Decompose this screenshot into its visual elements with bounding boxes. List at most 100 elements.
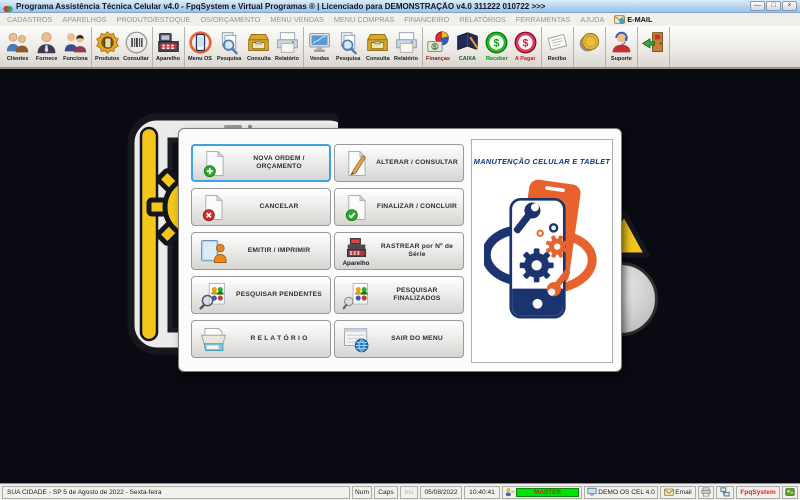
toolbar-button-label: Consulta [365, 56, 390, 62]
cashbook-icon [455, 29, 480, 55]
dialog-button-pesquisar-pendentes[interactable]: PESQUISAR PENDENTES [191, 276, 331, 314]
toolbar-button-produtos[interactable]: Produtos [93, 27, 122, 67]
dialog-button-label: CANCELAR [259, 203, 299, 210]
menu-item-label: APARELHOS [62, 15, 107, 24]
toolbar-button-exit-door-icon[interactable] [639, 27, 668, 67]
employees-icon [63, 29, 88, 55]
exit-menu-icon [342, 325, 371, 354]
menu-item-cadastros[interactable]: CADASTROS [2, 15, 57, 24]
menu-item-produto-estoque[interactable]: PRODUTO/ESTOQUE [112, 15, 196, 24]
status-email[interactable]: Email [660, 485, 696, 499]
toolbar-button-pesquisa[interactable]: Pesquisa [215, 27, 244, 67]
statusbar: SUA CIDADE - SP 5 de Agosto de 2022 - Se… [0, 483, 800, 500]
status-email-label: Email [675, 488, 692, 496]
toolbar-button-fornece[interactable]: Fornece [32, 27, 61, 67]
menu-item-e-mail[interactable]: E-MAIL [609, 15, 657, 24]
toolbar-button-funciona[interactable]: Funciona [61, 27, 90, 67]
workspace-background: NOVA ORDEM / ORÇAMENTO ALTERAR / CONSULTA… [0, 69, 800, 483]
dialog-button-alterar-consultar[interactable]: ALTERAR / CONSULTAR [334, 144, 464, 182]
dialog-button-icon-wrap [195, 237, 231, 266]
printer-icon [275, 29, 300, 55]
status-num: Num [352, 485, 372, 499]
dialog-button-emitir-imprimir[interactable]: EMITIR / IMPRIMIR [191, 232, 331, 270]
dialog-button-pesquisar-finalizados[interactable]: PESQUISAR FINALIZADOS [334, 276, 464, 314]
pay-icon: $ [513, 29, 538, 55]
menu-item-relatorios[interactable]: RELATÓRIOS [454, 15, 511, 24]
toolbar-button-label: CAIXA [458, 56, 477, 62]
finance-icon: $ [426, 29, 451, 55]
toolbar-button-consulta[interactable]: Consulta [244, 27, 273, 67]
status-date: 05/08/2022 [420, 485, 462, 499]
dialog-button-icon-wrap [338, 149, 374, 178]
menu-item-aparelhos[interactable]: APARELHOS [57, 15, 111, 24]
toolbar-button-label: Receber [485, 56, 508, 62]
toolbar-group-7: Recibo [542, 27, 574, 67]
close-button[interactable]: × [782, 1, 797, 11]
products-icon [95, 29, 120, 55]
toolbar-button-label: Produtos [95, 56, 120, 62]
toolbar-button-coin-icon[interactable] [575, 27, 604, 67]
phone-repair-logo [484, 179, 597, 319]
toolbar-button-suporte[interactable]: Suporte [607, 27, 636, 67]
menu-item-financeiro[interactable]: FINANCEIRO [399, 15, 454, 24]
toolbar-button-label: Consulta [246, 56, 271, 62]
menu-item-os-orcamento[interactable]: OS/ORÇAMENTO [195, 15, 265, 24]
toolbar-button-recibo[interactable]: Recibo [543, 27, 572, 67]
status-network[interactable] [716, 485, 734, 499]
toolbar-button-menu-os[interactable]: Menu OS [186, 27, 215, 67]
minimize-button[interactable]: — [750, 1, 765, 11]
menu-item-label: OS/ORÇAMENTO [200, 15, 261, 24]
menu-item-label: FERRAMENTAS [515, 15, 571, 24]
dialog-button-cancelar[interactable]: CANCELAR [191, 188, 331, 226]
svg-text:$: $ [494, 37, 500, 49]
toolbar-button-vendas[interactable]: Vendas [305, 27, 334, 67]
dialog-button-icon-wrap [338, 193, 374, 222]
doc-cancel-icon [199, 193, 228, 222]
menu-item-label: CADASTROS [7, 15, 53, 24]
toolbar-button-label: Relatório [394, 56, 419, 62]
dialog-button-icon-wrap: Aparelho [338, 235, 374, 267]
menu-item-ferramentas[interactable]: FERRAMENTAS [511, 15, 576, 24]
toolbar-button-relatorio[interactable]: Relatório [392, 27, 421, 67]
search-people-icon [198, 281, 228, 310]
toolbar-button-consulta[interactable]: Consulta [363, 27, 392, 67]
toolbar-button-clientes[interactable]: Clientes [3, 27, 32, 67]
toolbar-button-label: Fornece [35, 56, 58, 62]
receive-icon: $ [484, 29, 509, 55]
toolbar-button-aparelho[interactable]: Aparelho [154, 27, 183, 67]
maximize-button[interactable]: □ [766, 1, 781, 11]
dialog-button-label: ALTERAR / CONSULTAR [376, 159, 458, 166]
toolbar-button-a-pagar[interactable]: $ A Pagar [511, 27, 540, 67]
dialog-button-r-e-l-a-t-o-r-i-o[interactable]: R E L A T Ó R I O [191, 320, 331, 358]
toolbar-button-label: Relatório [275, 56, 300, 62]
toolbar-group-10 [638, 27, 670, 67]
support-icon [609, 29, 634, 55]
status-system-name: DEMO OS CEL 4.0 [598, 488, 655, 496]
toolbar-button-consultar[interactable]: Consultar [122, 27, 151, 67]
toolbar-button-financas[interactable]: $ Finanças [424, 27, 453, 67]
dialog-button-sair-do-menu[interactable]: SAIR DO MENU [334, 320, 464, 358]
status-printer[interactable] [698, 485, 714, 499]
dialog-button-icon-wrap [338, 325, 374, 354]
menu-item-ajuda[interactable]: AJUDA [575, 15, 609, 24]
toolbar-button-pesquisa[interactable]: Pesquisa [334, 27, 363, 67]
drawer-icon [246, 29, 271, 55]
printer-icon [394, 29, 419, 55]
toolbar-button-caixa[interactable]: CAIXA [453, 27, 482, 67]
dialog-button-nova-ordem-orcamento[interactable]: NOVA ORDEM / ORÇAMENTO [191, 144, 331, 182]
dialog-button-label: EMITIR / IMPRIMIR [247, 247, 311, 254]
app-window: Programa Assistência Técnica Celular v4.… [0, 0, 800, 500]
menu-item-menu-vendas[interactable]: MENU VENDAS [265, 15, 329, 24]
toolbar-group-2: Produtos Consultar [92, 27, 153, 67]
toolbar-button-receber[interactable]: $ Receber [482, 27, 511, 67]
menu-item-menu-compras[interactable]: MENU COMPRAS [329, 15, 399, 24]
dialog-button-rastrear-por-n-de-serie[interactable]: Aparelho RASTREAR por Nº de Série [334, 232, 464, 270]
toolbar-button-label: Vendas [309, 56, 330, 62]
dialog-button-label: PESQUISAR FINALIZADOS [393, 287, 441, 302]
dialog-button-finalizar-concluir[interactable]: FINALIZAR / CONCLUIR [334, 188, 464, 226]
dialog-button-icon-wrap [338, 281, 374, 310]
toolbar-button-relatorio[interactable]: Relatório [273, 27, 302, 67]
email-icon [614, 15, 626, 24]
menu-item-label: MENU VENDAS [270, 15, 324, 24]
drawer-icon [365, 29, 390, 55]
